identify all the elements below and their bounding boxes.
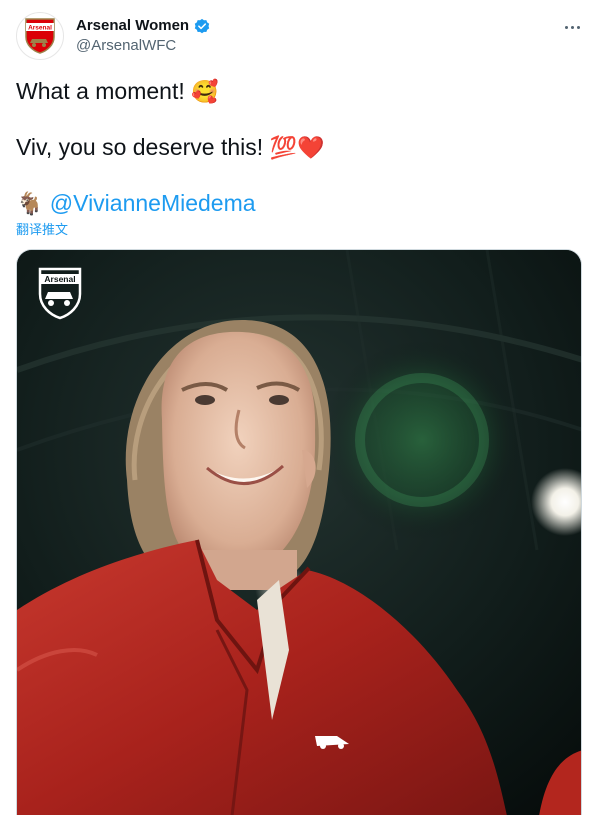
red-heart-icon: ❤️: [296, 136, 325, 161]
tweet-line-2-text: Viv, you so deserve this!: [16, 134, 264, 160]
mention-link[interactable]: @VivianneMiedema: [50, 190, 256, 216]
smiling-face-hearts-icon: 🥰: [191, 80, 219, 105]
arsenal-logo-icon: Arsenal: [38, 267, 82, 320]
hundred-points-icon: 💯: [269, 136, 297, 161]
avatar[interactable]: Arsenal: [16, 12, 64, 60]
goat-icon: 🐐: [16, 192, 44, 217]
player-photo: [17, 250, 581, 815]
user-info: Arsenal Women @ArsenalWFC: [76, 16, 211, 56]
translate-tweet-link[interactable]: 翻译推文: [16, 219, 68, 238]
display-name[interactable]: Arsenal Women: [76, 16, 189, 36]
tweet-line-2: Viv, you so deserve this! 💯❤️: [16, 133, 583, 163]
handle[interactable]: @ArsenalWFC: [76, 36, 211, 56]
more-dot-icon: [576, 25, 580, 29]
tweet-line-3: 🐐 @VivianneMiedema: [16, 189, 583, 219]
more-options-button[interactable]: [561, 16, 583, 38]
tweet-header: Arsenal Arsenal Women @ArsenalWFC: [16, 12, 583, 64]
tweet-line-1-text: What a moment!: [16, 78, 185, 104]
verified-badge-icon: [194, 18, 210, 34]
display-name-row[interactable]: Arsenal Women: [76, 16, 211, 36]
tweet-line-1: What a moment! 🥰: [16, 77, 583, 107]
more-dot-icon: [570, 25, 574, 29]
avatar-crest-text: Arsenal: [28, 25, 52, 32]
tweet-media-image[interactable]: Arsenal: [16, 249, 582, 815]
media-logo-text: Arsenal: [44, 274, 75, 284]
arsenal-crest-icon: Arsenal: [25, 18, 55, 54]
more-dot-icon: [564, 25, 568, 29]
